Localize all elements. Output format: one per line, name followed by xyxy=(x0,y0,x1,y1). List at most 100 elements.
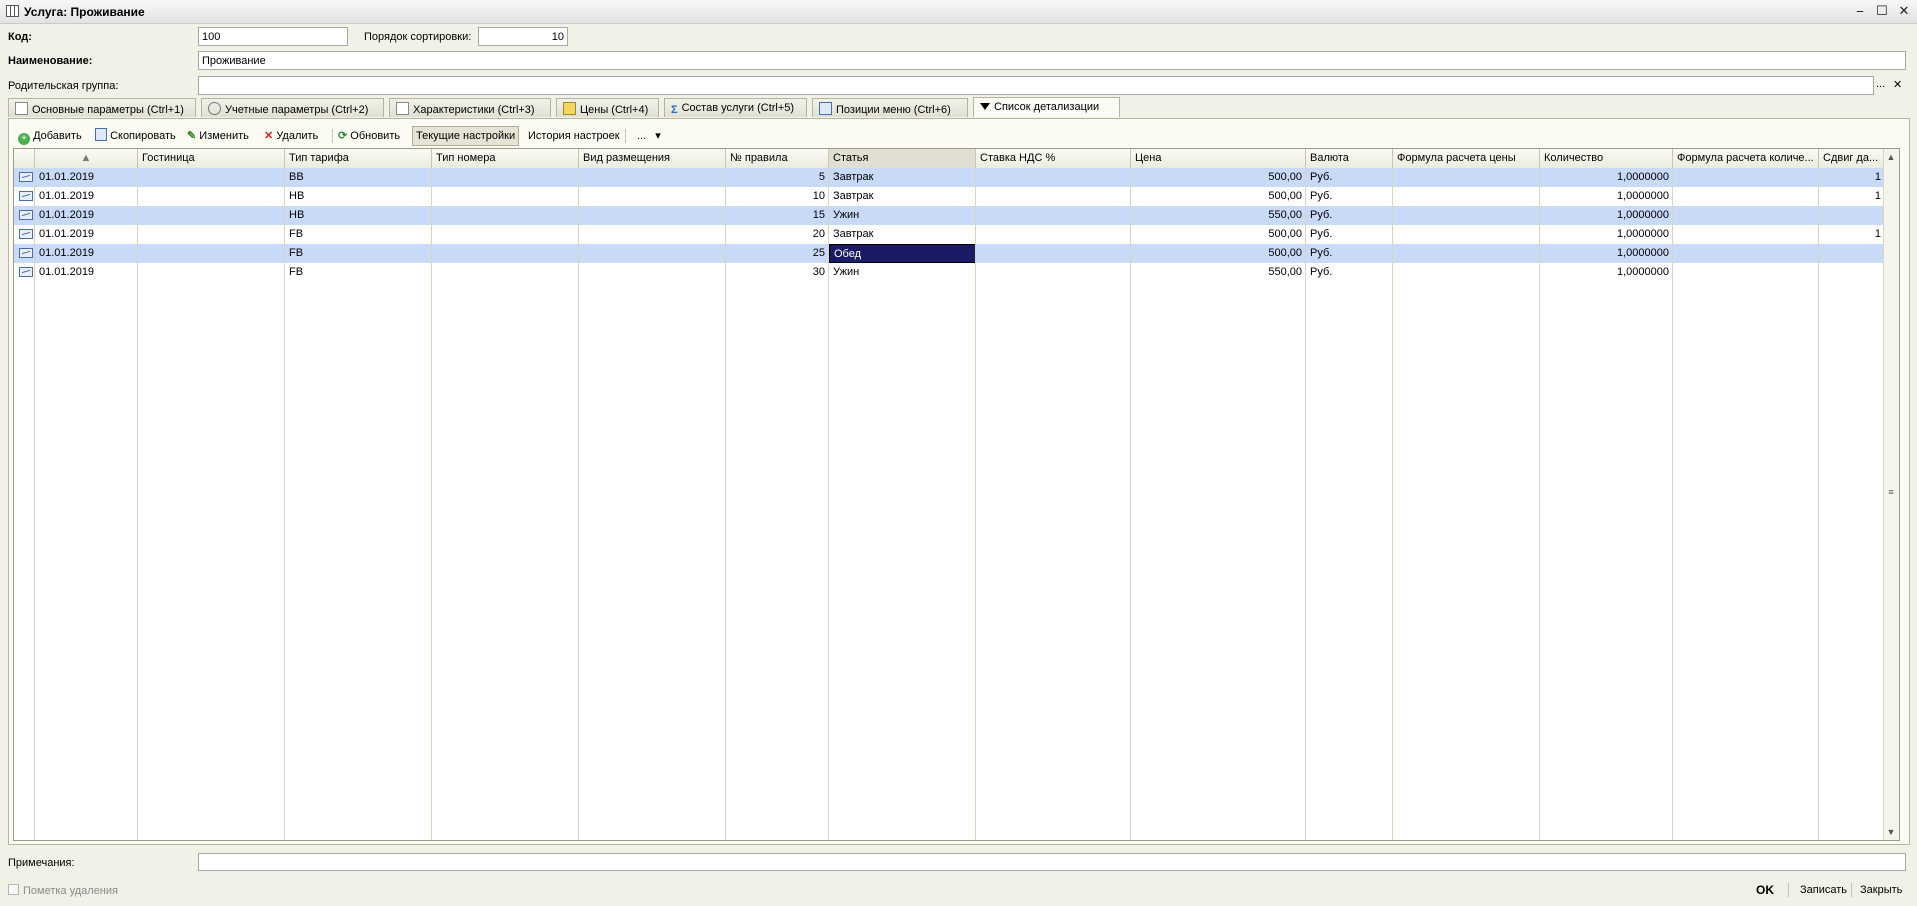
current-settings-button[interactable]: Текущие настройки xyxy=(412,126,520,146)
cell-qty-formula[interactable] xyxy=(1673,225,1819,244)
header-item[interactable]: Статья xyxy=(829,149,976,168)
cell-placement[interactable] xyxy=(579,225,726,244)
header-hotel[interactable]: Гостиница xyxy=(138,149,285,168)
cell-price[interactable]: 500,00 xyxy=(1131,168,1306,187)
cell-qty[interactable]: 1,0000000 xyxy=(1540,244,1673,263)
header-placement-type[interactable]: Вид размещения xyxy=(579,149,726,168)
select-button[interactable]: ... xyxy=(1876,78,1885,90)
sort-order-field[interactable]: 10 xyxy=(478,27,568,46)
cell-price-formula[interactable] xyxy=(1393,244,1540,263)
cell-tariff[interactable]: FB xyxy=(285,244,432,263)
vertical-scrollbar[interactable]: ▲ ≡ ▼ xyxy=(1883,149,1899,840)
cell-date[interactable]: 01.01.2019 xyxy=(35,206,138,225)
cell-room[interactable] xyxy=(432,225,579,244)
cell-vat[interactable] xyxy=(976,168,1131,187)
cell-qty-formula[interactable] xyxy=(1673,168,1819,187)
header-room-type[interactable]: Тип номера xyxy=(432,149,579,168)
cell-rule[interactable]: 30 xyxy=(726,263,829,282)
table-row[interactable]: 01.01.2019 FB 20 Завтрак 500,00 Руб. 1,0000000… xyxy=(14,225,1885,244)
header-currency[interactable]: Валюта xyxy=(1306,149,1393,168)
cell-hotel[interactable] xyxy=(138,168,285,187)
cell-shift[interactable]: 1 xyxy=(1819,168,1885,187)
cell-placement[interactable] xyxy=(579,206,726,225)
cell-rule[interactable]: 25 xyxy=(726,244,829,263)
cell-item[interactable]: Ужин xyxy=(829,206,976,225)
tab-characteristics[interactable]: Характеристики (Ctrl+3) xyxy=(389,98,551,117)
cell-tariff[interactable]: FB xyxy=(285,225,432,244)
cell-item[interactable]: Завтрак xyxy=(829,187,976,206)
tab-main-params[interactable]: Основные параметры (Ctrl+1) xyxy=(8,98,196,117)
cell-price-formula[interactable] xyxy=(1393,168,1540,187)
parent-group-field[interactable] xyxy=(198,76,1874,95)
cell-qty-formula[interactable] xyxy=(1673,206,1819,225)
name-field[interactable]: Проживание xyxy=(198,51,1906,70)
cell-qty-formula[interactable] xyxy=(1673,187,1819,206)
tab-menu-items[interactable]: Позиции меню (Ctrl+6) xyxy=(812,98,968,117)
scroll-down-icon[interactable]: ▼ xyxy=(1886,827,1896,837)
cell-vat[interactable] xyxy=(976,263,1131,282)
cell-vat[interactable] xyxy=(976,187,1131,206)
cell-placement[interactable] xyxy=(579,244,726,263)
cell-currency[interactable]: Руб. xyxy=(1306,206,1393,225)
scroll-up-icon[interactable]: ▲ xyxy=(1886,152,1896,162)
cell-shift[interactable]: 1 xyxy=(1819,225,1885,244)
cell-date[interactable]: 01.01.2019 xyxy=(35,187,138,206)
tab-prices[interactable]: Цены (Ctrl+4) xyxy=(556,98,659,117)
table-row[interactable]: 01.01.2019 FB 25 Обед 500,00 Руб. 1,0000000 xyxy=(14,244,1885,263)
header-date-shift[interactable]: Сдвиг да... xyxy=(1819,149,1885,168)
cell-shift[interactable]: 1 xyxy=(1819,187,1885,206)
cell-room[interactable] xyxy=(432,168,579,187)
close-button[interactable]: Закрыть xyxy=(1860,884,1902,896)
refresh-button[interactable]: ⟳ Обновить xyxy=(338,127,400,145)
header-quantity-formula[interactable]: Формула расчета количе... xyxy=(1673,149,1819,168)
table-row[interactable]: 01.01.2019 FB 30 Ужин 550,00 Руб. 1,0000000 xyxy=(14,263,1885,282)
cell-rule[interactable]: 15 xyxy=(726,206,829,225)
cell-hotel[interactable] xyxy=(138,225,285,244)
cell-currency[interactable]: Руб. xyxy=(1306,225,1393,244)
header-date[interactable]: ▲ xyxy=(35,149,138,168)
cell-qty[interactable]: 1,0000000 xyxy=(1540,187,1673,206)
cell-placement[interactable] xyxy=(579,168,726,187)
delete-button[interactable]: ✕ Удалить xyxy=(264,127,318,145)
copy-button[interactable]: Скопировать xyxy=(95,127,176,145)
header-tariff-type[interactable]: Тип тарифа xyxy=(285,149,432,168)
maximize-icon[interactable]: ☐ xyxy=(1875,3,1889,19)
cell-tariff[interactable]: BB xyxy=(285,168,432,187)
cell-item[interactable]: Обед xyxy=(829,244,976,263)
cell-currency[interactable]: Руб. xyxy=(1306,168,1393,187)
tab-service-composition[interactable]: Σ Состав услуги (Ctrl+5) xyxy=(664,98,807,117)
cell-placement[interactable] xyxy=(579,187,726,206)
tab-detail-list[interactable]: Список детализации xyxy=(973,97,1120,117)
cell-placement[interactable] xyxy=(579,263,726,282)
clear-icon[interactable]: ✕ xyxy=(1893,78,1902,91)
cell-qty[interactable]: 1,0000000 xyxy=(1540,206,1673,225)
cell-tariff[interactable]: FB xyxy=(285,263,432,282)
cell-hotel[interactable] xyxy=(138,206,285,225)
cell-room[interactable] xyxy=(432,206,579,225)
cell-room[interactable] xyxy=(432,263,579,282)
settings-history-button[interactable]: История настроек xyxy=(528,127,620,145)
cell-rule[interactable]: 10 xyxy=(726,187,829,206)
cell-date[interactable]: 01.01.2019 xyxy=(35,244,138,263)
cell-hotel[interactable] xyxy=(138,244,285,263)
table-row[interactable]: 01.01.2019 HB 15 Ужин 550,00 Руб. 1,0000000 xyxy=(14,206,1885,225)
cell-room[interactable] xyxy=(432,244,579,263)
cell-price-formula[interactable] xyxy=(1393,263,1540,282)
cell-currency[interactable]: Руб. xyxy=(1306,263,1393,282)
cell-price-formula[interactable] xyxy=(1393,206,1540,225)
cell-price-formula[interactable] xyxy=(1393,187,1540,206)
cell-shift[interactable] xyxy=(1819,244,1885,263)
notes-field[interactable] xyxy=(198,853,1906,871)
cell-shift[interactable] xyxy=(1819,206,1885,225)
add-button[interactable]: + Добавить xyxy=(18,127,82,145)
cell-price[interactable]: 500,00 xyxy=(1131,187,1306,206)
header-vat-rate[interactable]: Ставка НДС % xyxy=(976,149,1131,168)
table-row[interactable]: 01.01.2019 BB 5 Завтрак 500,00 Руб. 1,0000000 1 xyxy=(14,168,1885,187)
more-button[interactable]: ... ▾ xyxy=(637,127,661,145)
save-button[interactable]: Записать xyxy=(1800,884,1847,896)
table-row[interactable]: 01.01.2019 HB 10 Завтрак 500,00 Руб. 1,0000000… xyxy=(14,187,1885,206)
cell-item[interactable]: Завтрак xyxy=(829,225,976,244)
header-rule-number[interactable]: № правила xyxy=(726,149,829,168)
deletion-mark-checkbox[interactable] xyxy=(8,884,19,895)
cell-hotel[interactable] xyxy=(138,263,285,282)
